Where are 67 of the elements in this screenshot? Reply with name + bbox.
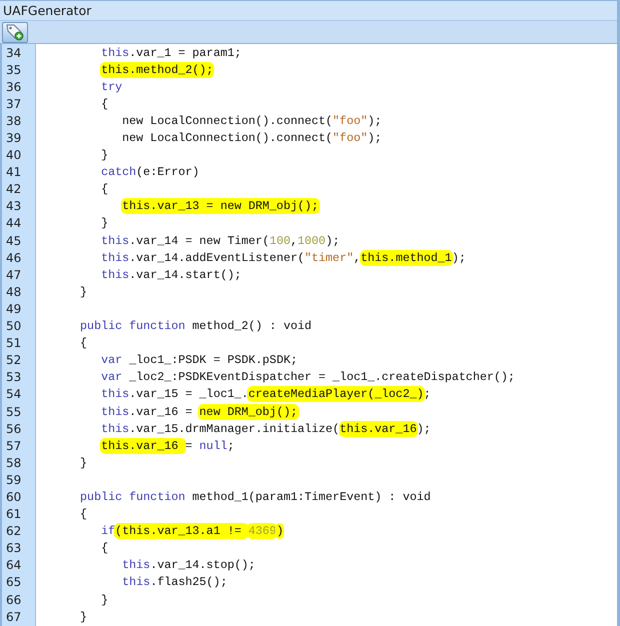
line-number: 67 xyxy=(5,610,22,624)
line-number: 58 xyxy=(5,456,22,470)
add-tag-button[interactable] xyxy=(2,22,28,42)
code-line: } xyxy=(100,148,108,162)
code-line: { xyxy=(100,541,108,556)
code-line: this.var_14.stop(); xyxy=(121,558,256,572)
line-number: 59 xyxy=(5,472,22,487)
code-line: } xyxy=(79,456,88,470)
code-line: this.var_13 = new DRM_obj(); xyxy=(121,199,319,214)
line-number: 39 xyxy=(5,131,22,146)
line-number: 51 xyxy=(5,336,22,350)
line-number: 36 xyxy=(5,80,22,94)
line-number: 50 xyxy=(5,319,22,334)
line-number: 53 xyxy=(5,370,22,384)
code-line: this.var_14 = new Timer(100,1000); xyxy=(100,234,340,248)
line-number: 56 xyxy=(5,422,22,436)
code-line: this.var_16 = new DRM_obj(); xyxy=(100,404,298,419)
code-line: } xyxy=(100,216,108,230)
code-line: } xyxy=(100,592,108,607)
code-line: { xyxy=(100,96,108,111)
line-number: 64 xyxy=(5,558,22,572)
line-number: 60 xyxy=(5,490,22,504)
code-line: new LocalConnection().connect("foo"); xyxy=(121,131,382,146)
code-line: var _loc2_:PSDKEventDispatcher = _loc1_.createDispatcher(); xyxy=(100,370,515,384)
line-number: 48 xyxy=(5,284,22,299)
code-line: this.method_2(); xyxy=(100,62,214,77)
code-line: public function method_1(param1:TimerEvent) : void xyxy=(79,490,431,504)
code-line: this.var_14.addEventListener("timer",this.method_1); xyxy=(100,250,466,265)
code-line: this.flash25(); xyxy=(121,575,228,590)
line-number: 52 xyxy=(5,353,22,368)
line-number: 41 xyxy=(5,165,22,180)
line-number: 46 xyxy=(5,250,22,265)
line-number: 34 xyxy=(5,46,22,60)
code-line: this.var_15.drmManager.initialize(this.var_16); xyxy=(100,422,431,436)
line-number: 37 xyxy=(5,96,22,111)
line-number: 55 xyxy=(5,404,22,419)
line-number: 65 xyxy=(5,575,22,590)
line-number: 40 xyxy=(5,148,22,162)
code-line: try xyxy=(100,80,122,94)
line-number: 54 xyxy=(5,387,22,402)
code-line: { xyxy=(79,336,88,350)
line-number: 35 xyxy=(5,62,22,77)
code-line: { xyxy=(79,507,88,522)
line-number: 44 xyxy=(5,216,22,230)
line-number: 45 xyxy=(5,234,22,248)
tag-plus-icon xyxy=(5,23,25,41)
line-number: 42 xyxy=(5,182,22,196)
line-number: 62 xyxy=(5,524,22,538)
code-line: this.var_14.start(); xyxy=(100,268,242,282)
line-number: 43 xyxy=(5,199,22,214)
line-number: 61 xyxy=(5,507,22,522)
code-line: new LocalConnection().connect("foo"); xyxy=(121,114,382,128)
code-line: catch(e:Error) xyxy=(100,165,200,180)
code-line: var _loc1_:PSDK = PSDK.pSDK; xyxy=(100,353,298,368)
code-line: public function method_2() : void xyxy=(79,319,312,334)
code-line: this.var_1 = param1; xyxy=(100,46,242,60)
line-number: 49 xyxy=(5,302,22,316)
code-line: this.var_15 = _loc1_.createMediaPlayer(_loc2_); xyxy=(100,387,431,402)
window-title: UAFGenerator xyxy=(3,3,92,18)
code-line: } xyxy=(79,610,88,624)
line-number: 57 xyxy=(5,438,22,453)
line-number: 63 xyxy=(5,541,22,556)
line-number: 66 xyxy=(5,592,22,607)
line-number: 38 xyxy=(5,114,22,128)
line-number: 47 xyxy=(5,268,22,282)
code-line: } xyxy=(79,284,88,299)
code-line: { xyxy=(100,182,108,196)
